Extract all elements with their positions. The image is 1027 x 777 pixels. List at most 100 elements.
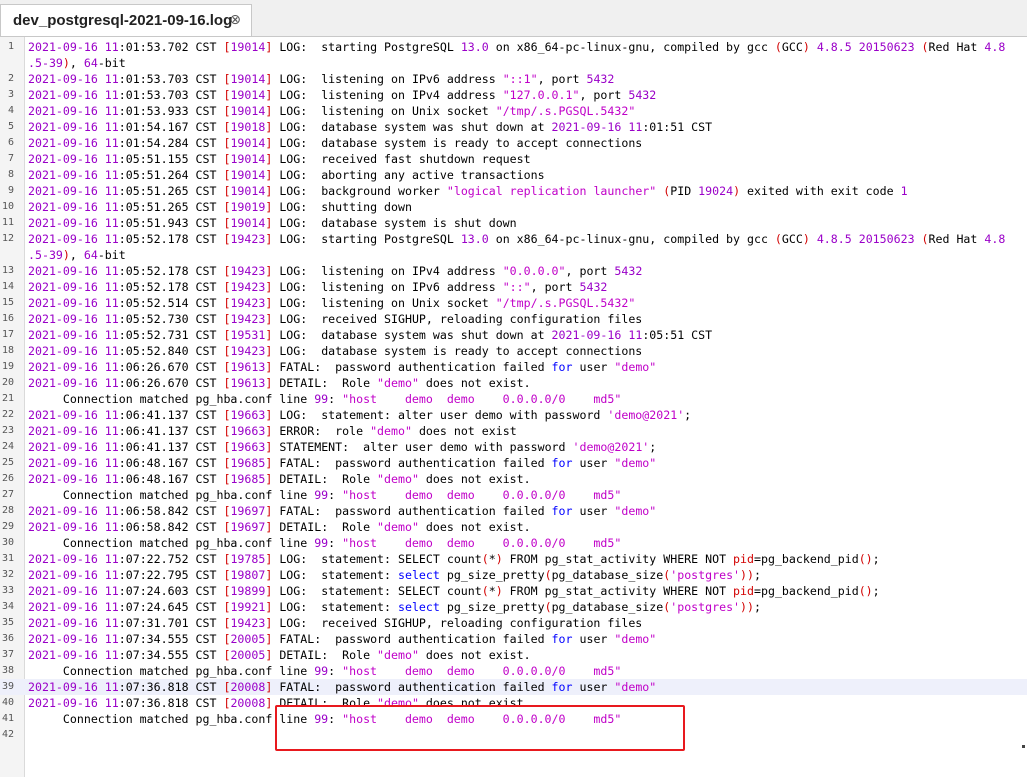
token: "demo" — [370, 424, 412, 438]
token: :06:41.137 CST — [118, 408, 224, 422]
code-line[interactable]: 35 2021-09-16 11:07:31.701 CST [19423] LO… — [0, 615, 1027, 631]
code-line[interactable]: 28 2021-09-16 11:06:58.842 CST [19697] FA… — [0, 503, 1027, 519]
token: 2021-09-16 — [28, 200, 98, 214]
code-line[interactable]: 23 2021-09-16 11:06:41.137 CST [19663] ER… — [0, 423, 1027, 439]
code-line[interactable]: 8 2021-09-16 11:05:51.264 CST [19014] LOG… — [0, 167, 1027, 183]
close-icon[interactable]: ⊗ — [229, 12, 241, 28]
code-line[interactable]: 16 2021-09-16 11:05:52.730 CST [19423] LO… — [0, 311, 1027, 327]
token: 2021-09-16 — [28, 696, 98, 710]
code-line[interactable]: 40 2021-09-16 11:07:36.818 CST [20008] DE… — [0, 695, 1027, 711]
token: 19785 — [230, 552, 266, 566]
token: LOG: database system was shut down at — [272, 120, 552, 134]
line-number: 24 — [1, 441, 14, 452]
line-number: 34 — [1, 601, 14, 612]
code-line[interactable]: 21 Connection matched pg_hba.conf line 9… — [0, 391, 1027, 407]
token: 2021-09-16 — [28, 88, 98, 102]
code-line[interactable]: 29 2021-09-16 11:06:58.842 CST [19697] DE… — [0, 519, 1027, 535]
token: 2021-09-16 — [28, 184, 98, 198]
code-line[interactable]: 13 2021-09-16 11:05:52.178 CST [19423] LO… — [0, 263, 1027, 279]
code-line[interactable]: 31 2021-09-16 11:07:22.752 CST [19785] LO… — [0, 551, 1027, 567]
token: :01:53.703 CST — [118, 88, 224, 102]
code-line[interactable]: 22 2021-09-16 11:06:41.137 CST [19663] LO… — [0, 407, 1027, 423]
code-line[interactable]: .5-39), 64-bit — [0, 55, 1027, 71]
code-line[interactable]: 14 2021-09-16 11:05:52.178 CST [19423] LO… — [0, 279, 1027, 295]
token: 2021-09-16 — [28, 360, 98, 374]
code-line[interactable]: 10 2021-09-16 11:05:51.265 CST [19019] LO… — [0, 199, 1027, 215]
code-line[interactable]: 32 2021-09-16 11:07:22.795 CST [19807] LO… — [0, 567, 1027, 583]
token: ( — [481, 552, 489, 566]
code-line[interactable]: 38 Connection matched pg_hba.conf line 9… — [0, 663, 1027, 679]
code-line[interactable]: 15 2021-09-16 11:05:52.514 CST [19423] LO… — [0, 295, 1027, 311]
code-line[interactable]: 11 2021-09-16 11:05:51.943 CST [19014] LO… — [0, 215, 1027, 231]
code-line[interactable]: 42 — [0, 727, 1027, 743]
token: 11 — [97, 360, 119, 374]
token: ERROR: role — [272, 424, 371, 438]
code-line[interactable]: 1 2021-09-16 11:01:53.702 CST [19014] LOG… — [0, 39, 1027, 55]
editor[interactable]: 1 2021-09-16 11:01:53.702 CST [19014] LOG… — [0, 37, 1027, 777]
token: DETAIL: Role — [272, 648, 378, 662]
code-line[interactable]: 33 2021-09-16 11:07:24.603 CST [19899] LO… — [0, 583, 1027, 599]
line-number: 39 — [1, 681, 14, 692]
line-text: Connection matched pg_hba.conf line 99: … — [28, 391, 621, 407]
token: ( — [921, 232, 929, 246]
tab-log-file[interactable]: dev_postgresql-2021-09-16.log ⊗ — [0, 4, 252, 36]
token: 11 — [97, 680, 119, 694]
code-line[interactable]: 18 2021-09-16 11:05:52.840 CST [19423] LO… — [0, 343, 1027, 359]
token: 'postgres' — [670, 600, 741, 614]
code-line[interactable]: 41 Connection matched pg_hba.conf line 9… — [0, 711, 1027, 727]
token: 19685 — [230, 472, 266, 486]
code-line[interactable]: 9 2021-09-16 11:05:51.265 CST [19014] LOG… — [0, 183, 1027, 199]
code-line[interactable]: 37 2021-09-16 11:07:34.555 CST [20005] DE… — [0, 647, 1027, 663]
token: "demo" — [614, 680, 657, 694]
line-number: 32 — [1, 569, 14, 580]
token: FROM pg_stat_activity WHERE NOT — [502, 584, 734, 598]
line-text: .5-39), 64-bit — [28, 55, 126, 71]
code-line[interactable]: 6 2021-09-16 11:01:54.284 CST [19014] LOG… — [0, 135, 1027, 151]
code-line[interactable]: 20 2021-09-16 11:06:26.670 CST [19613] DE… — [0, 375, 1027, 391]
line-text: 2021-09-16 11:05:52.178 CST [19423] LOG:… — [28, 231, 1005, 247]
code-line[interactable]: 2 2021-09-16 11:01:53.703 CST [19014] LOG… — [0, 71, 1027, 87]
line-text: 2021-09-16 11:05:51.264 CST [19014] LOG:… — [28, 167, 545, 183]
line-text: 2021-09-16 11:06:26.670 CST [19613] DETA… — [28, 375, 531, 391]
token: 20008 — [230, 680, 266, 694]
code-line[interactable]: 24 2021-09-16 11:06:41.137 CST [19663] ST… — [0, 439, 1027, 455]
code-line[interactable]: 3 2021-09-16 11:01:53.703 CST [19014] LOG… — [0, 87, 1027, 103]
code-line[interactable]: 39 2021-09-16 11:07:36.818 CST [20008] FA… — [0, 679, 1027, 695]
line-number: 6 — [7, 137, 14, 148]
code-line[interactable]: 34 2021-09-16 11:07:24.645 CST [19921] LO… — [0, 599, 1027, 615]
token: () — [858, 552, 873, 566]
code-line[interactable]: 25 2021-09-16 11:06:48.167 CST [19685] FA… — [0, 455, 1027, 471]
token: 19014 — [230, 40, 266, 54]
token: 11 — [97, 328, 119, 342]
code-line[interactable]: 4 2021-09-16 11:01:53.933 CST [19014] LOG… — [0, 103, 1027, 119]
token: 2021-09-16 — [28, 520, 98, 534]
token: ( — [921, 40, 929, 54]
token: user — [572, 680, 615, 694]
code-line[interactable]: .5-39), 64-bit — [0, 247, 1027, 263]
token: "host demo demo 0.0.0.0/0 md5" — [342, 664, 622, 678]
token: "logical replication launcher" — [446, 184, 657, 198]
code-line[interactable]: 36 2021-09-16 11:07:34.555 CST [20005] FA… — [0, 631, 1027, 647]
code-line[interactable]: 26 2021-09-16 11:06:48.167 CST [19685] DE… — [0, 471, 1027, 487]
line-text: 2021-09-16 11:07:22.752 CST [19785] LOG:… — [28, 551, 880, 567]
token: "host demo demo 0.0.0.0/0 md5" — [342, 712, 622, 726]
code-line[interactable]: 30 Connection matched pg_hba.conf line 9… — [0, 535, 1027, 551]
token: select — [397, 600, 440, 614]
code-line[interactable]: 5 2021-09-16 11:01:54.167 CST [19018] LOG… — [0, 119, 1027, 135]
code-line[interactable]: 12 2021-09-16 11:05:52.178 CST [19423] LO… — [0, 231, 1027, 247]
token: )) — [740, 568, 755, 582]
token: () — [858, 584, 873, 598]
code-line[interactable]: 19 2021-09-16 11:06:26.670 CST [19613] FA… — [0, 359, 1027, 375]
token: "demo" — [614, 360, 657, 374]
code-line[interactable]: 17 2021-09-16 11:05:52.731 CST [19531] LO… — [0, 327, 1027, 343]
token: 2021-09-16 — [28, 152, 98, 166]
code-line[interactable]: 27 Connection matched pg_hba.conf line 9… — [0, 487, 1027, 503]
token: 19807 — [230, 568, 266, 582]
code-line[interactable]: 7 2021-09-16 11:05:51.155 CST [19014] LOG… — [0, 151, 1027, 167]
scroll-indicator[interactable] — [1022, 745, 1025, 748]
token: .5-39 — [28, 248, 63, 262]
token: 11 — [97, 40, 119, 54]
token: 'demo@2021' — [607, 408, 685, 422]
line-number: 27 — [1, 489, 14, 500]
